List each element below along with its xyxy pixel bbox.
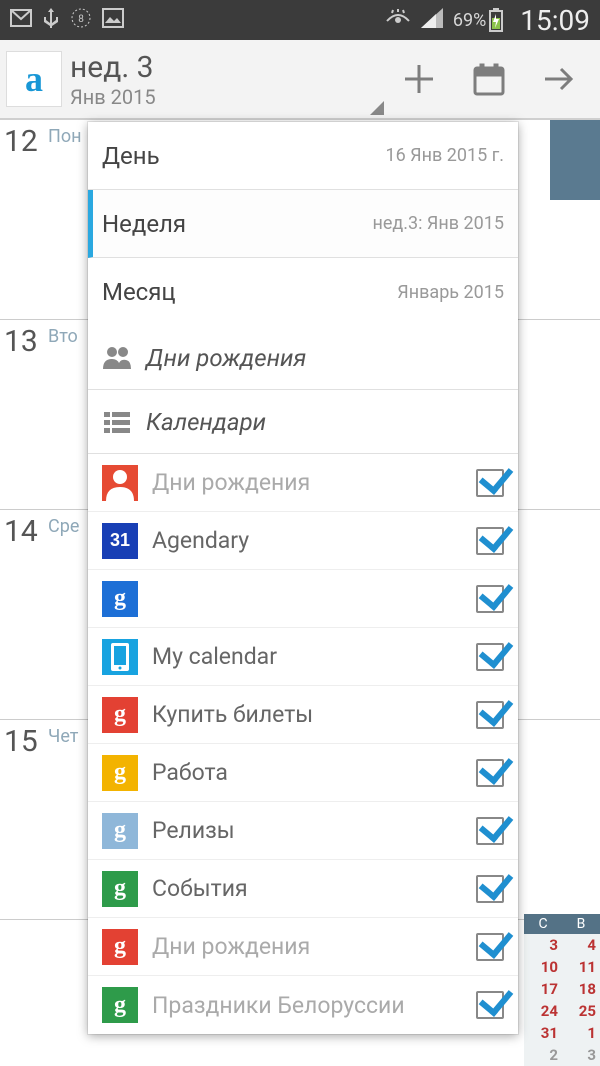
app-bar: a нед. 3 Янв 2015 bbox=[0, 40, 600, 120]
mini-day: 24 bbox=[524, 1000, 562, 1022]
calendar-checkbox[interactable] bbox=[476, 701, 504, 729]
section-label: Календари bbox=[146, 408, 266, 436]
calendar-row[interactable]: g Релизы bbox=[88, 802, 518, 860]
mini-day: 3 bbox=[562, 1044, 600, 1066]
calendar-checkbox[interactable] bbox=[476, 991, 504, 1019]
31-icon: 31 bbox=[102, 523, 138, 559]
view-spinner[interactable]: нед. 3 Янв 2015 bbox=[70, 50, 384, 109]
calendar-name: Дни рождения bbox=[152, 933, 462, 960]
image-icon bbox=[102, 8, 124, 33]
calendar-checkbox[interactable] bbox=[476, 643, 504, 671]
calendar-row[interactable]: g Праздники Белоруссии bbox=[88, 976, 518, 1034]
status-bar: 8 69% 15:09 bbox=[0, 0, 600, 40]
mini-day: 17 bbox=[524, 978, 562, 1000]
battery-percent: 69% bbox=[453, 10, 486, 31]
list-icon bbox=[102, 407, 132, 437]
section-label: Дни рождения bbox=[146, 344, 306, 372]
usb-icon bbox=[42, 7, 60, 34]
battery-icon: 69% bbox=[453, 8, 504, 32]
view-sublabel: нед.3: Янв 2015 bbox=[372, 213, 504, 234]
g-icon: g bbox=[102, 871, 138, 907]
view-option-Неделя[interactable]: Неделянед.3: Янв 2015 bbox=[88, 190, 518, 258]
g-icon: g bbox=[102, 755, 138, 791]
view-sublabel: Январь 2015 bbox=[397, 282, 504, 303]
app-icon[interactable]: a bbox=[6, 51, 62, 107]
person-icon bbox=[102, 465, 138, 501]
g-icon: g bbox=[102, 697, 138, 733]
next-button[interactable] bbox=[524, 39, 594, 119]
mini-day: 4 bbox=[562, 934, 600, 956]
mini-day: 11 bbox=[562, 956, 600, 978]
mini-day: 31 bbox=[524, 1022, 562, 1044]
day-label: Пон bbox=[48, 120, 82, 147]
calendar-checkbox[interactable] bbox=[476, 875, 504, 903]
view-label: Месяц bbox=[102, 278, 397, 306]
spinner-indicator-icon bbox=[370, 101, 384, 115]
calendar-checkbox[interactable] bbox=[476, 817, 504, 845]
calendar-name: My calendar bbox=[152, 643, 462, 670]
mini-day: 3 bbox=[524, 934, 562, 956]
calendar-checkbox[interactable] bbox=[476, 933, 504, 961]
mini-month-header: В bbox=[562, 914, 600, 934]
view-label: Неделя bbox=[102, 210, 372, 238]
view-option-День[interactable]: День16 Янв 2015 г. bbox=[88, 122, 518, 190]
view-dropdown-popup: День16 Янв 2015 г.Неделянед.3: Янв 2015М… bbox=[88, 122, 518, 1034]
mini-month[interactable]: С В 34 1011 1718 2425 311 23 bbox=[524, 914, 600, 1066]
calendar-row[interactable]: g bbox=[88, 570, 518, 628]
view-label: День bbox=[102, 142, 385, 170]
view-sublabel: 16 Янв 2015 г. bbox=[385, 145, 504, 166]
mail-icon bbox=[10, 8, 32, 32]
svg-text:8: 8 bbox=[78, 14, 84, 25]
calendar-name: Релизы bbox=[152, 817, 462, 844]
g-icon: g bbox=[102, 813, 138, 849]
calendar-row[interactable]: g Работа bbox=[88, 744, 518, 802]
phone-icon bbox=[102, 639, 138, 675]
menu-item-calendars[interactable]: Календари bbox=[88, 390, 518, 454]
calendar-name: Купить билеты bbox=[152, 701, 462, 728]
today-button[interactable] bbox=[454, 39, 524, 119]
calendar-checkbox[interactable] bbox=[476, 585, 504, 613]
calendar-row[interactable]: g События bbox=[88, 860, 518, 918]
mini-day: 25 bbox=[562, 1000, 600, 1022]
add-button[interactable] bbox=[384, 39, 454, 119]
clock-time: 15:09 bbox=[520, 4, 590, 37]
day-label: Вто bbox=[48, 320, 78, 347]
g-icon: g bbox=[102, 987, 138, 1023]
calendar-name: Праздники Белоруссии bbox=[152, 992, 462, 1019]
mini-month-header: С bbox=[524, 914, 562, 934]
sync-icon: 8 bbox=[70, 7, 92, 34]
day-label: Чет bbox=[48, 720, 78, 747]
calendar-name: События bbox=[152, 875, 462, 902]
eye-icon bbox=[385, 8, 411, 32]
calendar-checkbox[interactable] bbox=[476, 469, 504, 497]
day-number: 14 bbox=[0, 510, 48, 549]
day-number: 15 bbox=[0, 720, 48, 759]
calendar-row[interactable]: My calendar bbox=[88, 628, 518, 686]
calendar-checkbox[interactable] bbox=[476, 759, 504, 787]
calendar-name: Дни рождения bbox=[152, 469, 462, 496]
day-label: Сре bbox=[48, 510, 79, 537]
g-icon: g bbox=[102, 929, 138, 965]
menu-item-birthdays[interactable]: Дни рождения bbox=[88, 326, 518, 390]
mini-day: 18 bbox=[562, 978, 600, 1000]
calendar-checkbox[interactable] bbox=[476, 527, 504, 555]
mini-day: 1 bbox=[562, 1022, 600, 1044]
signal-icon bbox=[421, 8, 443, 33]
event-block[interactable] bbox=[550, 120, 600, 200]
g-icon: g bbox=[102, 581, 138, 617]
day-number: 13 bbox=[0, 320, 48, 359]
calendar-row[interactable]: Дни рождения bbox=[88, 454, 518, 512]
calendar-row[interactable]: g Дни рождения bbox=[88, 918, 518, 976]
view-option-Месяц[interactable]: МесяцЯнварь 2015 bbox=[88, 258, 518, 326]
people-icon bbox=[102, 343, 132, 373]
mini-day: 2 bbox=[524, 1044, 562, 1066]
calendar-row[interactable]: g Купить билеты bbox=[88, 686, 518, 744]
calendar-name: Работа bbox=[152, 759, 462, 786]
calendar-name: Agendary bbox=[152, 527, 462, 554]
mini-day: 10 bbox=[524, 956, 562, 978]
appbar-title: нед. 3 bbox=[70, 50, 384, 85]
day-number: 12 bbox=[0, 120, 48, 159]
appbar-subtitle: Янв 2015 bbox=[70, 85, 384, 109]
calendar-row[interactable]: 31 Agendary bbox=[88, 512, 518, 570]
